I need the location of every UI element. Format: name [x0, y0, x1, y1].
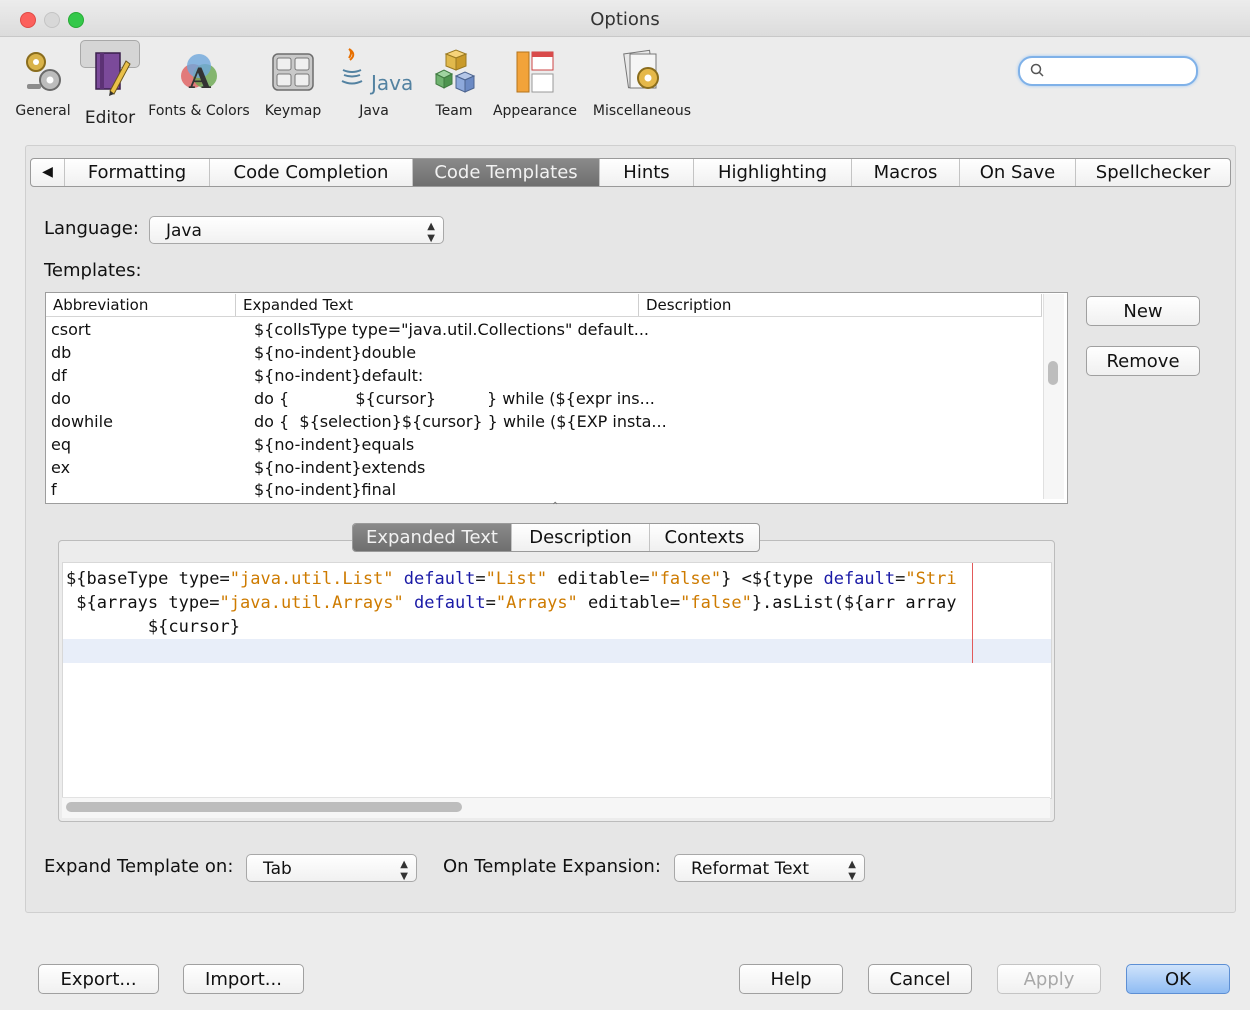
expand-template-select[interactable]: Tab ▲ ▼ — [246, 854, 417, 882]
fonts-colors-icon: A — [181, 54, 217, 95]
apply-button[interactable]: Apply — [997, 964, 1101, 994]
code-token: "java.util.List" — [229, 569, 394, 589]
appearance-icon — [516, 51, 554, 93]
toolbar-general[interactable]: General — [10, 40, 76, 126]
table-row[interactable]: df ${no-indent}default: — [46, 364, 1041, 387]
tab-macros[interactable]: Macros — [852, 159, 960, 186]
code-token: default — [393, 569, 476, 589]
templates-vertical-scrollbar[interactable] — [1043, 294, 1064, 499]
editor-scroll-thumb[interactable] — [66, 802, 462, 812]
search-icon — [1030, 63, 1044, 77]
code-token: "java.util.Arrays" — [219, 593, 404, 613]
column-header-expanded-text[interactable]: Expanded Text — [236, 294, 639, 316]
toolbar-keymap[interactable]: Keymap — [260, 40, 326, 126]
column-header-abbreviation[interactable]: Abbreviation — [46, 294, 236, 316]
code-line-2: ${arrays type="java.util.Arrays" default… — [66, 591, 957, 615]
tab-spellchecker[interactable]: Spellchecker — [1076, 159, 1230, 186]
code-token: } <${type — [721, 569, 824, 589]
code-token: "Stri — [905, 569, 957, 589]
code-token: default — [403, 593, 486, 613]
table-row[interactable]: ex ${no-indent}extends — [46, 456, 1041, 479]
template-detail-tabs: Expanded Text Description Contexts — [352, 523, 760, 552]
editor-icon — [95, 52, 131, 96]
code-token: ${arrays type= — [66, 593, 220, 613]
tab-expanded-text[interactable]: Expanded Text — [353, 524, 512, 551]
toolbar-appearance[interactable]: Appearance — [490, 40, 580, 126]
expanded-text-editor[interactable]: ${baseType type="java.util.List" default… — [62, 562, 1052, 799]
tab-description[interactable]: Description — [512, 524, 650, 551]
right-margin-line — [972, 563, 973, 663]
updown-chevron-icon: ▲ ▼ — [427, 221, 435, 244]
table-row[interactable]: do do { ${cursor} } while (${expr ins... — [46, 387, 1041, 410]
language-select[interactable]: Java ▲ ▼ — [149, 216, 444, 244]
tab-hints[interactable]: Hints — [600, 159, 694, 186]
table-row[interactable]: eq ${no-indent}equals — [46, 433, 1041, 456]
code-token: default — [823, 569, 896, 589]
language-value: Java — [166, 221, 202, 241]
code-token: = — [485, 593, 496, 613]
search-field[interactable] — [1018, 56, 1198, 86]
toolbar-java[interactable]: Java Java — [336, 40, 414, 126]
tab-on-save[interactable]: On Save — [960, 159, 1076, 186]
column-header-description[interactable]: Description — [639, 294, 1042, 316]
left-arrow-icon: ◀ — [42, 164, 53, 180]
template-expansion-select[interactable]: Reformat Text ▲ ▼ — [674, 854, 865, 882]
toolbar-fonts-colors[interactable]: A Fonts & Colors — [146, 40, 252, 126]
splitter-handle-icon[interactable]: ⌃ — [551, 501, 559, 512]
help-button[interactable]: Help — [739, 964, 843, 994]
code-token: "Arrays" — [495, 593, 578, 613]
svg-text:A: A — [188, 62, 212, 95]
template-expansion-value: Reformat Text — [691, 859, 810, 879]
keymap-icon — [272, 53, 314, 91]
import-button[interactable]: Import... — [183, 964, 304, 994]
export-button[interactable]: Export... — [38, 964, 159, 994]
new-button[interactable]: New — [1086, 296, 1200, 326]
code-token: = — [475, 569, 486, 589]
tab-scroll-back-button[interactable]: ◀ — [31, 159, 65, 186]
expand-template-label: Expand Template on: — [44, 856, 234, 877]
editor-tab-bar: ◀ Formatting Code Completion Code Templa… — [30, 158, 1231, 187]
table-row[interactable]: db ${no-indent}double — [46, 341, 1041, 364]
tab-formatting[interactable]: Formatting — [65, 159, 210, 186]
code-line-1: ${baseType type="java.util.List" default… — [66, 567, 957, 591]
code-token: }.asList(${arr array — [751, 593, 957, 613]
template-expansion-label: On Template Expansion: — [443, 856, 661, 877]
tab-code-completion[interactable]: Code Completion — [210, 159, 413, 186]
toolbar-editor[interactable]: Editor — [80, 40, 140, 128]
templates-scroll-thumb[interactable] — [1048, 361, 1058, 385]
cancel-button[interactable]: Cancel — [868, 964, 972, 994]
gears-icon — [26, 52, 61, 91]
search-input[interactable] — [1046, 60, 1190, 82]
current-line-highlight — [63, 639, 1051, 663]
table-row[interactable]: dowhile do { ${selection}${cursor} } whil… — [46, 410, 1041, 433]
remove-button[interactable]: Remove — [1086, 346, 1200, 376]
updown-chevron-icon: ▲ ▼ — [848, 859, 856, 882]
code-token: = — [895, 569, 906, 589]
toolbar-team[interactable]: Team — [426, 40, 482, 126]
code-token: "false" — [680, 593, 752, 613]
table-row[interactable]: f ${no-indent}final — [46, 478, 1041, 501]
table-row[interactable]: csort ${collsType type="java.util.Collect… — [46, 318, 1041, 341]
tab-code-templates[interactable]: Code Templates — [413, 159, 600, 186]
updown-chevron-icon: ▲ ▼ — [400, 859, 408, 882]
java-logo-text: Java — [371, 71, 414, 95]
expand-template-value: Tab — [263, 859, 292, 879]
code-token: editable= — [577, 593, 681, 613]
tab-highlighting[interactable]: Highlighting — [694, 159, 852, 186]
team-icon — [434, 49, 476, 93]
code-line-3: ${cursor} — [66, 617, 240, 637]
window-title: Options — [590, 9, 660, 30]
language-label: Language: — [44, 218, 139, 239]
ok-button[interactable]: OK — [1126, 964, 1230, 994]
templates-table-header: Abbreviation Expanded Text Description — [46, 294, 1042, 317]
templates-label: Templates: — [44, 260, 142, 281]
code-token: editable= — [547, 569, 650, 589]
code-token: ${baseType type= — [66, 569, 230, 589]
tab-contexts[interactable]: Contexts — [650, 524, 759, 551]
toolbar-miscellaneous[interactable]: Miscellaneous — [590, 40, 694, 126]
code-token: "false" — [649, 569, 722, 589]
miscellaneous-icon — [623, 49, 659, 89]
code-token: "List" — [485, 569, 548, 589]
